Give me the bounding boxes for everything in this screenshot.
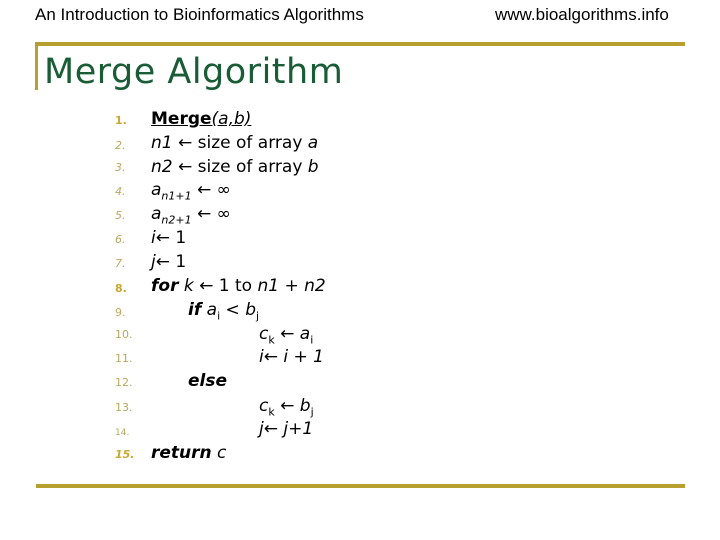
var: a xyxy=(299,324,311,344)
var: n1 xyxy=(151,133,173,153)
code-line-6: i← 1 xyxy=(151,228,186,248)
var: n2 xyxy=(151,157,173,177)
line-number: 8. xyxy=(115,282,127,295)
assign-arrow: ← xyxy=(280,396,295,416)
line-number: 10. xyxy=(115,328,133,341)
var: a xyxy=(151,180,162,200)
expr: 1 to xyxy=(218,276,253,296)
function-args: (a,b) xyxy=(211,109,252,129)
title-frame-left-rule xyxy=(35,42,38,90)
line-number: 4. xyxy=(115,185,126,198)
infinity: ∞ xyxy=(216,204,231,224)
keyword: else xyxy=(188,371,228,391)
code-line-14: j← j+1 xyxy=(259,419,313,439)
assign-arrow: ← xyxy=(178,157,193,177)
assign-arrow: ← xyxy=(280,324,295,344)
code-line-7: j← 1 xyxy=(151,252,186,272)
keyword: return xyxy=(151,443,212,463)
code-line-13: ck ← bj xyxy=(259,396,314,418)
header-course-title: An Introduction to Bioinformatics Algori… xyxy=(35,5,364,24)
assign-arrow: ← xyxy=(155,252,170,272)
slide-title: Merge Algorithm xyxy=(44,52,344,92)
var: b xyxy=(299,396,311,416)
subscript: j xyxy=(310,405,314,419)
var: a xyxy=(206,300,218,320)
line-number: 6. xyxy=(115,233,126,246)
line-number: 11. xyxy=(115,352,133,365)
assign-arrow: ← xyxy=(197,204,212,224)
line-number: 13. xyxy=(115,401,133,414)
var: b xyxy=(245,300,256,320)
line-number: 5. xyxy=(115,209,126,222)
expr: n1 + n2 xyxy=(257,276,326,296)
line-number: 14. xyxy=(115,428,130,438)
infinity: ∞ xyxy=(216,180,231,200)
line-number: 15. xyxy=(115,448,135,461)
code-line-2: n1 ← size of array a xyxy=(151,133,318,153)
expr: j+1 xyxy=(283,419,314,439)
assign-arrow: ← xyxy=(263,347,278,367)
assign-arrow: ← xyxy=(199,276,214,296)
var: c xyxy=(259,396,269,416)
assign-arrow: ← xyxy=(197,180,212,200)
expr: size of array xyxy=(197,133,303,153)
header-website: www.bioalgorithms.info xyxy=(495,5,669,24)
code-line-9: if ai < bj xyxy=(188,300,259,322)
operator: < xyxy=(225,300,240,320)
expr: size of array xyxy=(197,157,303,177)
var: b xyxy=(307,157,319,177)
expr: i + 1 xyxy=(283,347,324,367)
line-number: 7. xyxy=(115,257,126,270)
var: a xyxy=(151,204,162,224)
assign-arrow: ← xyxy=(263,419,278,439)
code-line-12: else xyxy=(188,371,227,391)
code-line-5: an2+1 ← ∞ xyxy=(151,204,231,226)
subscript: k xyxy=(268,333,275,347)
subscript: i xyxy=(217,309,221,323)
footer-rule xyxy=(36,484,685,488)
subscript: k xyxy=(268,405,275,419)
function-name: Merge xyxy=(151,109,212,129)
assign-arrow: ← xyxy=(178,133,193,153)
subscript: n1+1 xyxy=(161,189,192,203)
line-number: 12. xyxy=(115,376,133,389)
expr: 1 xyxy=(175,228,187,248)
var: c xyxy=(217,443,227,463)
keyword: for xyxy=(151,276,179,296)
line-number: 9. xyxy=(115,306,126,319)
code-line-11: i← i + 1 xyxy=(259,347,324,367)
assign-arrow: ← xyxy=(155,228,170,248)
code-line-3: n2 ← size of array b xyxy=(151,157,319,177)
keyword: if xyxy=(188,300,202,320)
code-line-15: return c xyxy=(151,443,226,463)
var: k xyxy=(183,276,194,296)
code-line-8: for k ← 1 to n1 + n2 xyxy=(151,276,326,296)
subscript: i xyxy=(310,333,314,347)
expr: 1 xyxy=(175,252,187,272)
code-line-10: ck ← ai xyxy=(259,324,313,346)
subscript: n2+1 xyxy=(161,213,192,227)
line-number: 3. xyxy=(115,161,126,174)
code-line-4: an1+1 ← ∞ xyxy=(151,180,231,202)
line-number: 1. xyxy=(115,114,127,127)
var: c xyxy=(259,324,269,344)
title-frame-top-rule xyxy=(35,42,685,46)
var: a xyxy=(307,133,319,153)
line-number: 2. xyxy=(115,139,126,152)
subscript: j xyxy=(255,309,260,323)
code-line-1: Merge(a,b) xyxy=(151,109,251,129)
